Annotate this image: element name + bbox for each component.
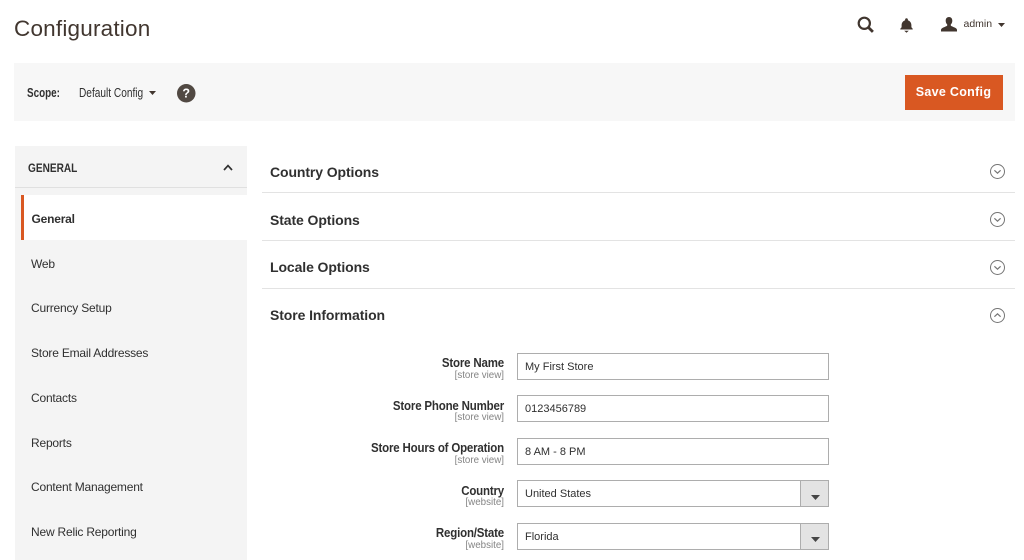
svg-text:?: ? <box>182 87 190 101</box>
